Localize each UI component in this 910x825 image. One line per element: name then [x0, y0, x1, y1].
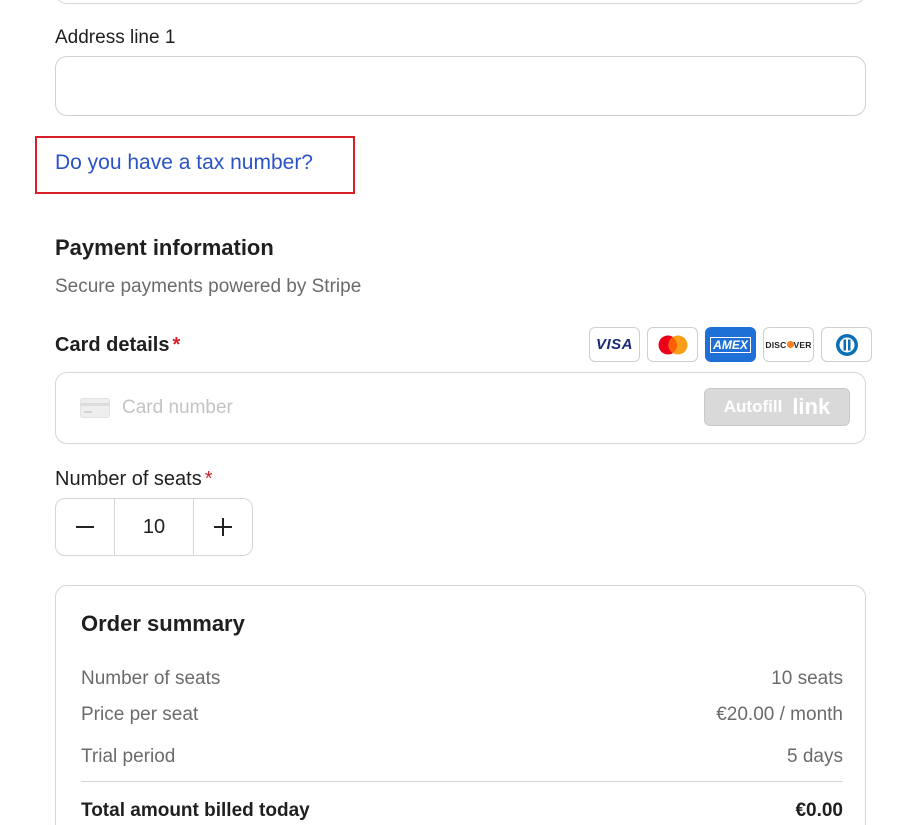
summary-row-value: 10 seats	[771, 668, 843, 689]
summary-row: Trial period 5 days	[81, 746, 843, 768]
diners-club-icon	[821, 327, 872, 362]
summary-row: Price per seat €20.00 / month	[81, 704, 843, 726]
address-line1-input[interactable]	[55, 56, 866, 116]
card-details-label: Card details *	[55, 334, 180, 357]
order-summary-card: Order summary Number of seats 10 seats P…	[55, 585, 866, 825]
summary-row-value: 5 days	[787, 746, 843, 767]
autofill-label: Autofill	[723, 397, 783, 416]
summary-row-label: Price per seat	[81, 704, 199, 725]
address-line1-label: Address line 1	[55, 27, 176, 48]
summary-row-label: Number of seats	[81, 668, 221, 689]
tax-number-link[interactable]: Do you have a tax number?	[55, 151, 313, 175]
seats-label-text: Number of seats	[55, 468, 202, 490]
amex-icon: AMEX	[705, 327, 756, 362]
seats-stepper: 10	[55, 498, 253, 556]
summary-divider	[81, 781, 843, 782]
discover-icon: DISC VER	[763, 327, 814, 362]
checkout-form: Address line 1 Do you have a tax number?…	[0, 0, 910, 825]
summary-total-row: Total amount billed today €0.00	[81, 800, 843, 822]
discover-text-end: VER	[793, 339, 812, 350]
summary-row-label: Trial period	[81, 746, 176, 767]
seats-value[interactable]: 10	[114, 499, 194, 555]
discover-text-start: DISC	[765, 339, 787, 350]
summary-row: Number of seats 10 seats	[81, 668, 843, 690]
autofill-link-button[interactable]: Autofill link	[704, 388, 850, 426]
link-logo: link	[792, 394, 831, 419]
payment-section-subtitle: Secure payments powered by Stripe	[55, 276, 362, 297]
required-asterisk: *	[204, 468, 213, 490]
visa-icon-text: VISA	[595, 336, 633, 353]
increment-button[interactable]	[194, 499, 252, 555]
plus-icon	[213, 518, 232, 536]
discover-dot-icon	[786, 340, 794, 348]
payment-section-title: Payment information	[55, 235, 274, 260]
card-number-input[interactable]: Card number Autofill link	[55, 372, 866, 444]
summary-row-value: €20.00 / month	[716, 704, 843, 725]
required-asterisk: *	[172, 334, 181, 356]
total-value: €0.00	[795, 800, 843, 821]
mastercard-icon	[647, 327, 698, 362]
minus-icon	[76, 526, 95, 528]
decrement-button[interactable]	[56, 499, 114, 555]
order-summary-title: Order summary	[81, 611, 245, 636]
amex-icon-text: AMEX	[710, 336, 751, 353]
discover-icon-text: DISC VER	[765, 340, 811, 350]
card-brands: VISA AMEX DISC VER	[589, 327, 872, 362]
previous-field[interactable]	[55, 0, 866, 4]
visa-icon: VISA	[589, 327, 640, 362]
total-label: Total amount billed today	[81, 800, 310, 821]
seats-label: Number of seats *	[55, 468, 213, 491]
credit-card-icon	[80, 398, 110, 423]
card-number-placeholder: Card number	[122, 397, 233, 418]
card-details-label-text: Card details	[55, 334, 170, 356]
